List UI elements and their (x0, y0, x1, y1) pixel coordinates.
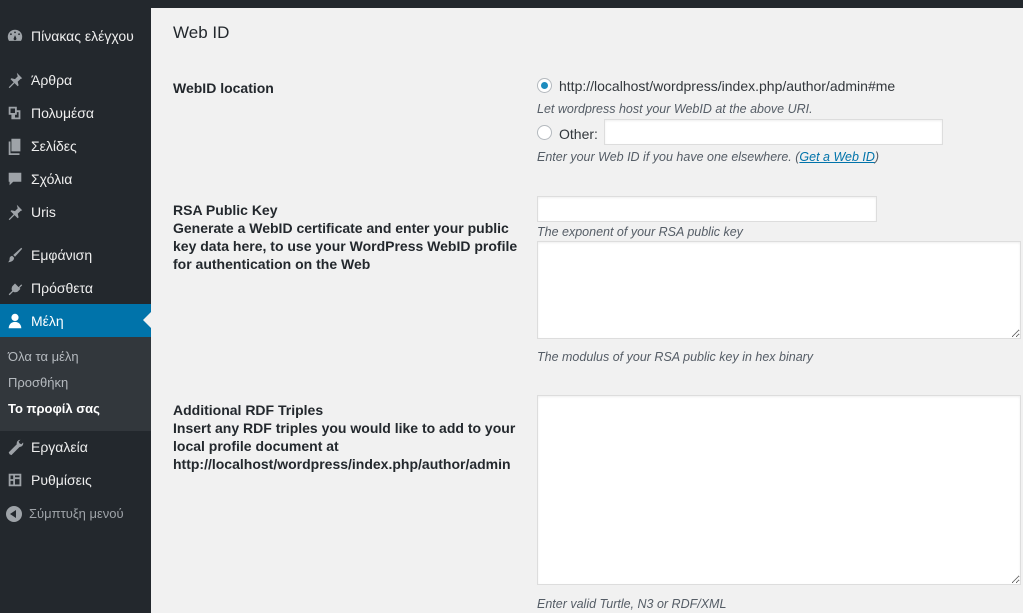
brush-icon (5, 245, 25, 265)
rdf-triples-description: Insert any RDF triples you would like to… (173, 420, 516, 472)
sidebar-item-posts[interactable]: Άρθρα (0, 63, 151, 96)
sidebar-item-label: Άρθρα (31, 71, 73, 88)
rsa-exponent-input[interactable] (537, 196, 877, 222)
rsa-key-label: RSA Public Key (173, 202, 278, 218)
sidebar-item-label: Μέλη (31, 312, 64, 329)
dashboard-icon (5, 26, 25, 46)
sidebar-item-label: Σελίδες (31, 137, 77, 154)
sidebar-item-label: Πολυμέσα (31, 104, 94, 121)
users-icon (5, 311, 25, 331)
pin-icon (5, 202, 25, 222)
sidebar-item-appearance[interactable]: Εμφάνιση (0, 238, 151, 271)
sidebar-item-label: Ρυθμίσεις (31, 471, 92, 488)
media-icon (5, 103, 25, 123)
get-webid-link[interactable]: Get a Web ID (799, 150, 875, 164)
sidebar-item-comments[interactable]: Σχόλια (0, 162, 151, 195)
rsa-key-label-block: RSA Public Key Generate a WebID certific… (173, 201, 523, 273)
wrench-icon (5, 437, 25, 457)
sidebar-item-dashboard[interactable]: Πίνακας ελέγχου (0, 19, 151, 52)
webid-other-hint-text: Enter your Web ID if you have one elsewh… (537, 150, 800, 164)
plugin-icon (5, 278, 25, 298)
sidebar-item-media[interactable]: Πολυμέσα (0, 96, 151, 129)
sidebar-item-uris[interactable]: Uris (0, 195, 151, 228)
comments-icon (5, 169, 25, 189)
submenu-item-your-profile[interactable]: Το προφίλ σας (8, 401, 100, 416)
sidebar-item-label: Uris (31, 203, 56, 220)
webid-other-label: Other: (559, 126, 598, 142)
rsa-key-description: Generate a WebID certificate and enter y… (173, 220, 518, 272)
rsa-exponent-hint: The exponent of your RSA public key (537, 225, 743, 239)
pages-icon (5, 136, 25, 156)
submenu-item-add-new[interactable]: Προσθήκη (8, 375, 68, 390)
rsa-modulus-textarea[interactable] (537, 241, 1021, 339)
collapse-menu-label: Σύμπτυξη μενού (29, 506, 124, 521)
rsa-modulus-hint: The modulus of your RSA public key in he… (537, 350, 814, 364)
collapse-arrow-icon (6, 505, 22, 522)
rdf-triples-textarea[interactable] (537, 395, 1021, 585)
sidebar-item-tools[interactable]: Εργαλεία (0, 430, 151, 463)
rdf-triples-hint: Enter valid Turtle, N3 or RDF/XML (537, 597, 727, 611)
sidebar-item-label: Πρόσθετα (31, 279, 93, 296)
webid-location-label: WebID location (173, 80, 274, 96)
sidebar-item-label: Σχόλια (31, 170, 73, 187)
admin-bar (0, 0, 1023, 8)
sidebar-item-label: Εμφάνιση (31, 246, 93, 263)
users-submenu: Όλα τα μέλη Προσθήκη Το προφίλ σας (0, 337, 151, 431)
settings-icon (5, 470, 25, 490)
collapse-menu-button[interactable]: Σύμπτυξη μενού (0, 497, 151, 530)
webid-other-hint: Enter your Web ID if you have one elsewh… (537, 150, 879, 164)
sidebar-item-label: Εργαλεία (31, 438, 88, 455)
rdf-triples-label: Additional RDF Triples (173, 402, 324, 418)
webid-default-uri: http://localhost/wordpress/index.php/aut… (559, 78, 896, 94)
webid-default-radio[interactable] (537, 78, 552, 93)
webid-other-input[interactable] (604, 119, 943, 145)
section-title: Web ID (173, 23, 230, 42)
webid-other-radio[interactable] (537, 125, 552, 140)
sidebar-item-plugins[interactable]: Πρόσθετα (0, 271, 151, 304)
sidebar-item-settings[interactable]: Ρυθμίσεις (0, 463, 151, 496)
rdf-triples-label-block: Additional RDF Triples Insert any RDF tr… (173, 401, 518, 473)
sidebar-item-label: Πίνακας ελέγχου (31, 27, 134, 44)
webid-default-hint: Let wordpress host your WebID at the abo… (537, 102, 813, 116)
sidebar-item-pages[interactable]: Σελίδες (0, 129, 151, 162)
pin-icon (5, 70, 25, 90)
submenu-item-all-users[interactable]: Όλα τα μέλη (8, 349, 79, 364)
webid-other-hint-suffix: ) (874, 150, 880, 164)
admin-sidebar: Πίνακας ελέγχου Άρθρα Πολυμέσα Σελίδες Σ… (0, 0, 151, 613)
sidebar-item-users[interactable]: Μέλη (0, 304, 151, 337)
